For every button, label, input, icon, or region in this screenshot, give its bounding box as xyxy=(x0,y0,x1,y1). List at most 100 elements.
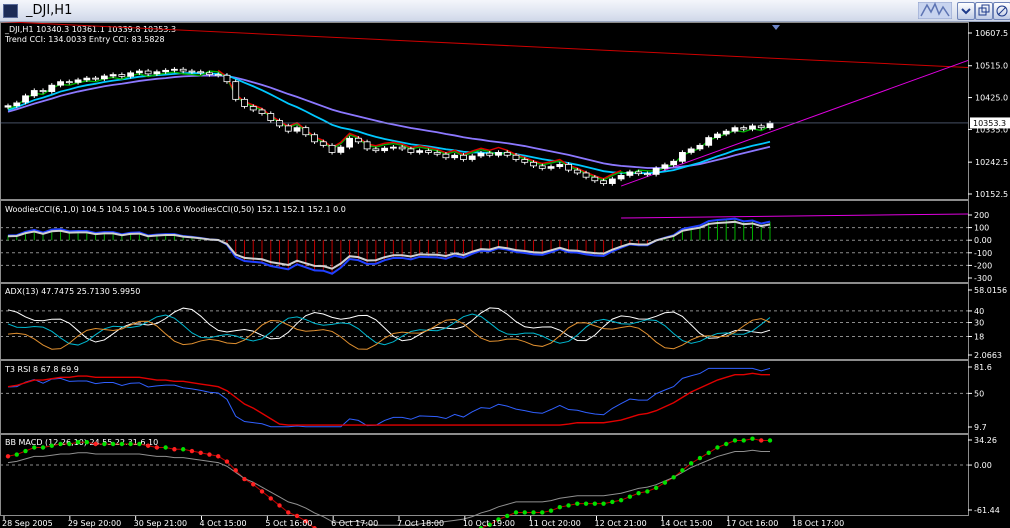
macd-dot-up xyxy=(688,461,694,466)
candle-body xyxy=(600,180,607,184)
candle-body xyxy=(749,125,756,130)
window-title: _DJI,H1 xyxy=(26,3,73,18)
candle-body xyxy=(92,77,99,80)
macd-dot-up xyxy=(618,497,624,503)
candle-body xyxy=(705,137,713,146)
macd-dot-down xyxy=(294,513,300,519)
axis-tick-label: 100 xyxy=(974,224,989,233)
chart-area[interactable]: _DJI,H1 10340.3 10361.1 10339.8 10353.3 … xyxy=(0,22,1010,528)
macd-dot-up xyxy=(610,499,615,505)
candle-body xyxy=(293,127,301,132)
macd-dot-down xyxy=(172,447,177,452)
axis-tick-label: 30 xyxy=(974,319,984,328)
candle-body xyxy=(162,69,170,73)
candle-body xyxy=(530,161,537,167)
macd-dot-up xyxy=(32,445,37,450)
candle-body xyxy=(495,152,502,156)
macd-dot-up xyxy=(627,494,633,499)
axis-tick-label: 58.0156 xyxy=(974,286,1007,295)
time-tick-label: 7 Oct 18:00 xyxy=(397,519,444,528)
candle-body xyxy=(460,154,467,160)
candle-body xyxy=(652,167,660,175)
candle-body xyxy=(22,95,29,103)
macd-dot-up xyxy=(540,510,545,515)
macd-dot-down xyxy=(259,489,265,494)
candle-body xyxy=(48,84,56,92)
logo-graphic xyxy=(918,2,952,19)
macd-dot-up xyxy=(163,445,168,450)
minimize-button[interactable] xyxy=(957,2,975,20)
candle-body xyxy=(407,148,415,153)
candle-body xyxy=(57,81,64,86)
macd-dot-up xyxy=(180,447,186,452)
candle-body xyxy=(731,127,739,132)
bb-macd-panel xyxy=(0,436,968,528)
macd-dot-up xyxy=(14,452,19,457)
candle-body xyxy=(512,154,520,160)
cci-trend-line xyxy=(621,213,969,219)
adx-label: ADX(13) 47.7475 25.7130 5.9950 xyxy=(5,287,140,296)
candle-body xyxy=(556,164,564,167)
cci-slow-line xyxy=(7,220,771,270)
price-tick-label: 10607.5 xyxy=(975,29,1008,38)
candle-body xyxy=(346,137,353,148)
shift-marker-icon[interactable] xyxy=(772,25,780,30)
candle-body xyxy=(591,176,599,182)
candle-body xyxy=(425,150,432,153)
candle-body xyxy=(197,71,205,74)
axis-tick-label: -100 xyxy=(974,249,992,258)
minimize-icon xyxy=(961,8,971,15)
macd-dot-down xyxy=(286,510,291,515)
candle-body xyxy=(608,178,616,184)
macd-dot-up xyxy=(645,489,650,494)
time-axis: 28 Sep 2005 29 Sep 20:00 30 Sep 21:00 4 Oct… xyxy=(2,516,844,528)
time-tick-label: 30 Sep 21:00 xyxy=(134,519,187,528)
candle-body xyxy=(486,152,494,156)
candle-body xyxy=(451,154,459,159)
candle-body xyxy=(565,164,572,171)
macd-dot-up xyxy=(40,445,46,450)
time-tick-label: 11 Oct 20:00 xyxy=(529,519,581,528)
restore-button[interactable] xyxy=(975,2,993,20)
macd-axis: 34.26 0.00 -61.44 xyxy=(968,436,1000,515)
macd-dot-up xyxy=(653,485,659,491)
candle-body xyxy=(433,152,441,155)
ema-slow-line xyxy=(7,74,771,169)
candle-body xyxy=(206,72,213,75)
time-tick-label: 6 Oct 17:00 xyxy=(331,519,378,528)
macd-dot-down xyxy=(5,454,11,459)
macd-dot-up xyxy=(557,504,562,510)
macd-dot-down xyxy=(154,445,160,450)
macd-dot-up xyxy=(732,438,738,443)
axis-tick-label: -61.44 xyxy=(974,506,1000,515)
time-tick-label: 12 Oct 21:00 xyxy=(595,519,647,528)
time-tick-label: 18 Oct 17:00 xyxy=(792,519,844,528)
macd-line xyxy=(7,438,770,528)
macd-dot-up xyxy=(750,436,755,441)
candle-body xyxy=(65,81,73,84)
macd-dot-up xyxy=(697,455,703,461)
candle-body xyxy=(328,144,336,153)
candle-body xyxy=(118,74,126,77)
macd-dot-down xyxy=(242,476,247,482)
woodies-label: WoodiesCCI(6,1,0) 104.5 104.5 104.5 100.… xyxy=(5,205,346,214)
candle-body xyxy=(13,102,21,107)
candle-body xyxy=(635,171,643,175)
macd-dot-up xyxy=(67,441,72,447)
macd-dot-up xyxy=(680,468,685,473)
t3-rsi-panel xyxy=(0,367,968,428)
macd-dot-up xyxy=(110,441,116,447)
candle-body xyxy=(740,127,748,130)
time-tick-label: 10 Oct 19:00 xyxy=(463,519,515,528)
macd-dot-up xyxy=(23,448,28,454)
close-button[interactable] xyxy=(993,2,1010,20)
restore-icon xyxy=(978,4,990,16)
adx-panel xyxy=(0,307,968,350)
macd-dot-down xyxy=(251,482,256,487)
candle-body xyxy=(100,75,108,80)
macd-dot-down xyxy=(207,452,212,457)
macd-dot-down xyxy=(233,468,238,473)
macd-dot-down xyxy=(189,448,195,454)
macd-dot-up xyxy=(566,503,571,508)
candle-body xyxy=(389,146,397,149)
